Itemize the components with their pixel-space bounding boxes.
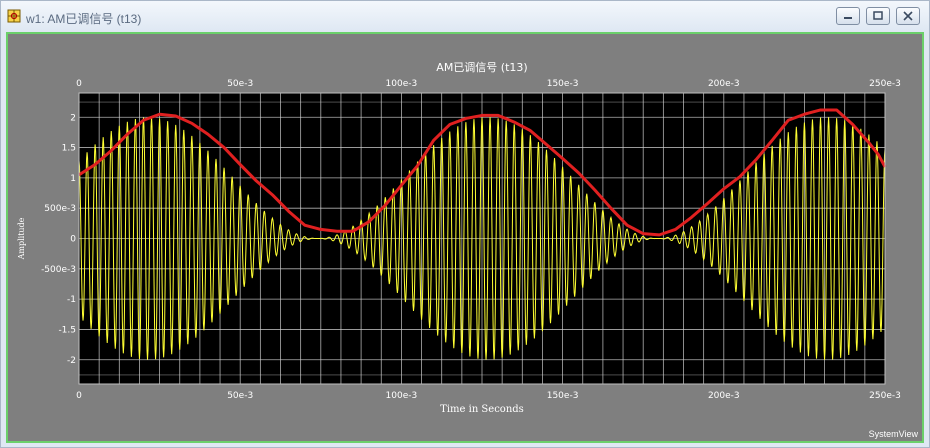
close-button[interactable] (896, 7, 920, 25)
x-tick-label-top: 50e-3 (227, 79, 253, 89)
x-tick-label-bottom: 150e-3 (547, 391, 579, 401)
minimize-button[interactable] (836, 7, 860, 25)
y-tick-label: 500e-3 (44, 204, 76, 214)
x-tick-label-top: 150e-3 (547, 79, 579, 89)
x-tick-label-top: 250e-3 (869, 79, 901, 89)
y-tick-label: -500e-3 (41, 265, 76, 275)
plot-window-icon (7, 9, 21, 23)
x-tick-label-bottom: 200e-3 (708, 391, 740, 401)
maximize-button[interactable] (866, 7, 890, 25)
title-bar[interactable]: w1: AM已调信号 (t13) (1, 1, 929, 31)
x-tick-label-bottom: 0 (76, 391, 82, 401)
x-axis-label: Time in Seconds (440, 404, 524, 415)
x-tick-label-bottom: 100e-3 (386, 391, 418, 401)
y-tick-label: 1.5 (62, 144, 76, 154)
am-signal-chart[interactable]: 0 0 50e-3 50e-3 100e-3 100e-3 150e-3 150e-3 200e… (8, 34, 922, 441)
window-title: w1: AM已调信号 (t13) (26, 12, 142, 26)
y-tick-label: -1 (67, 295, 76, 305)
plot-area-frame: 0 0 50e-3 50e-3 100e-3 100e-3 150e-3 150e-3 200e… (6, 32, 924, 443)
y-tick-label: 2 (70, 113, 76, 123)
y-tick-label: -1.5 (58, 325, 76, 335)
x-tick-label-top: 200e-3 (708, 79, 740, 89)
x-tick-label-bottom: 50e-3 (227, 391, 253, 401)
y-tick-label: 0 (70, 235, 76, 245)
maximize-icon (873, 11, 883, 20)
y-tick-label: 1 (70, 174, 76, 184)
minimize-icon (844, 17, 852, 19)
close-icon (903, 11, 913, 21)
x-tick-label-top: 100e-3 (386, 79, 418, 89)
systemview-watermark: SystemView (869, 429, 919, 439)
app-window: w1: AM已调信号 (t13) 0 0 50e-3 50e-3 100e-3 100e-… (0, 0, 930, 448)
y-axis-label: Amplitude (17, 217, 26, 260)
chart-title: AM已调信号 (t13) (436, 61, 527, 74)
x-tick-label-top: 0 (76, 79, 82, 89)
x-tick-label-bottom: 250e-3 (869, 391, 901, 401)
y-tick-label: -2 (67, 356, 76, 366)
